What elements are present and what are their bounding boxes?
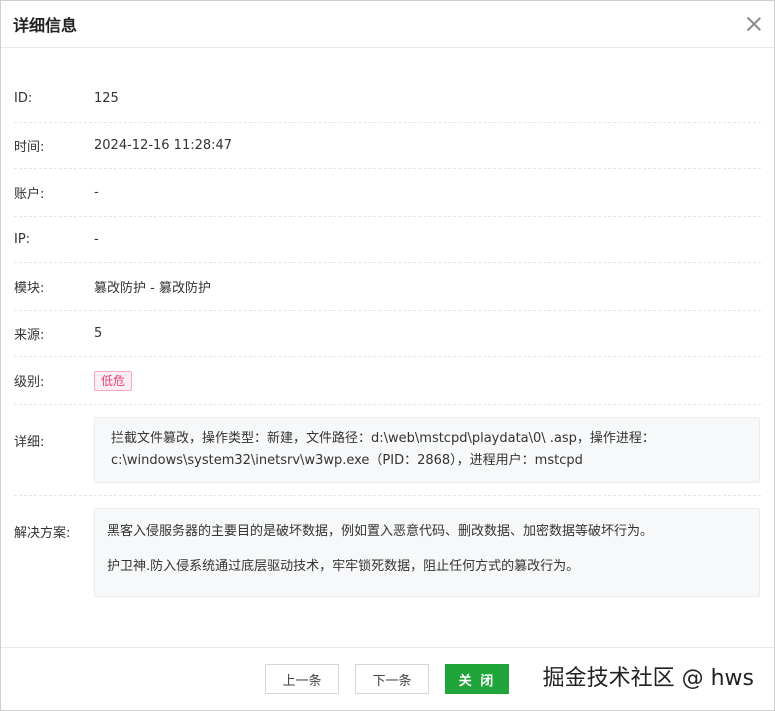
- solution-line: 护卫神.防入侵系统通过底层驱动技术，牢牢锁死数据，阻止任何方式的篡改行为。: [107, 559, 580, 574]
- detail-label: 详细:: [14, 435, 45, 450]
- close-button[interactable]: 关 闭: [445, 664, 509, 694]
- row-detail: 详细: 拦截文件篡改，操作类型：新建，文件路径：d:\web\mstcpd\pl…: [14, 405, 761, 496]
- dialog-footer: 上一条 下一条 关 闭 掘金技术社区 @ hws: [1, 647, 774, 710]
- ip-label: IP:: [14, 232, 31, 247]
- source-label: 来源:: [14, 328, 45, 343]
- account-value: -: [94, 185, 99, 200]
- module-value: 篡改防护 - 篡改防护: [94, 281, 211, 296]
- watermark: 掘金技术社区 @ hws: [542, 666, 754, 691]
- close-icon[interactable]: [746, 16, 762, 32]
- solution-line: 黑客入侵服务器的主要目的是破坏数据，例如置入恶意代码、删改数据、加密数据等破坏行…: [107, 524, 654, 539]
- next-button[interactable]: 下一条: [355, 664, 429, 694]
- row-account: 账户: -: [14, 169, 761, 217]
- time-label: 时间:: [14, 140, 45, 155]
- level-badge: 低危: [94, 370, 133, 391]
- solution-box: 黑客入侵服务器的主要目的是破坏数据，例如置入恶意代码、删改数据、加密数据等破坏行…: [94, 508, 760, 597]
- row-id: ID: 125: [14, 75, 761, 123]
- id-label: ID:: [14, 91, 33, 106]
- detail-box: 拦截文件篡改，操作类型：新建，文件路径：d:\web\mstcpd\playda…: [94, 417, 760, 483]
- row-time: 时间: 2024-12-16 11:28:47: [14, 123, 761, 169]
- dialog-title: 详细信息: [13, 16, 78, 35]
- level-value: 低危: [94, 370, 761, 391]
- row-solution: 解决方案: 黑客入侵服务器的主要目的是破坏数据，例如置入恶意代码、删改数据、加密…: [14, 496, 761, 609]
- row-level: 级别: 低危: [14, 357, 761, 405]
- level-label: 级别:: [14, 375, 45, 390]
- solution-label: 解决方案:: [14, 526, 71, 541]
- ip-value: -: [94, 232, 99, 247]
- row-module: 模块: 篡改防护 - 篡改防护: [14, 263, 761, 311]
- module-label: 模块:: [14, 281, 45, 296]
- prev-button[interactable]: 上一条: [265, 664, 339, 694]
- dialog-body: ID: 125 时间: 2024-12-16 11:28:47 账户: - IP…: [1, 48, 774, 609]
- account-label: 账户:: [14, 187, 45, 202]
- source-value: 5: [94, 326, 103, 341]
- dialog-header: 详细信息: [1, 1, 774, 48]
- row-ip: IP: -: [14, 217, 761, 263]
- row-source: 来源: 5: [14, 311, 761, 357]
- time-value: 2024-12-16 11:28:47: [94, 138, 233, 153]
- detail-dialog: 详细信息 ID: 125 时间: 2024-12-16 11:28:47 账户:…: [0, 0, 775, 711]
- id-value: 125: [94, 91, 119, 106]
